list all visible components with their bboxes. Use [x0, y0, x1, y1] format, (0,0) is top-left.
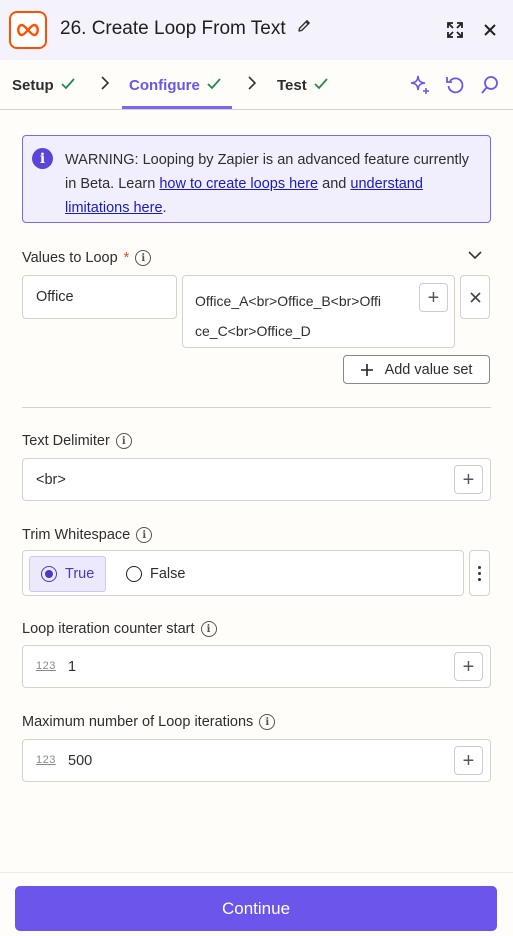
- ai-sparkle-icon[interactable]: [408, 73, 432, 97]
- trim-whitespace-label: Trim Whitespace i: [22, 527, 153, 543]
- loop-app-logo-icon: [9, 11, 47, 49]
- trim-whitespace-radio-group: True False: [22, 550, 464, 596]
- info-icon[interactable]: i: [115, 433, 132, 449]
- field-label-text: Text Delimiter: [22, 433, 110, 449]
- check-icon: [314, 77, 328, 94]
- field-label-text: Trim Whitespace: [22, 527, 131, 543]
- chevron-right-icon: [247, 76, 257, 95]
- loop-values-line2: ce_C<br>Office_D: [195, 323, 311, 339]
- search-icon[interactable]: [478, 73, 502, 97]
- field-label-text: Values to Loop: [22, 250, 118, 266]
- active-tab-indicator: [122, 106, 232, 109]
- text-delimiter-label: Text Delimiter i: [22, 433, 132, 449]
- field-label-text: Loop iteration counter start: [22, 621, 195, 637]
- chevron-right-icon: [100, 76, 110, 95]
- insert-data-plus-icon[interactable]: +: [454, 652, 483, 681]
- radio-true[interactable]: True: [29, 556, 107, 592]
- footer: Continue: [0, 872, 513, 936]
- tab-test-label: Test: [277, 77, 307, 94]
- add-value-set-label: Add value set: [384, 361, 473, 378]
- more-options-icon[interactable]: [469, 550, 490, 596]
- radio-unselected-icon: [126, 566, 142, 582]
- warning-text-end: .: [162, 200, 167, 216]
- loop-counter-start-label: Loop iteration counter start i: [22, 621, 217, 637]
- number-type-icon: 123: [36, 754, 56, 766]
- close-icon[interactable]: [478, 18, 502, 42]
- loop-counter-start-input[interactable]: 123 1 +: [22, 645, 491, 688]
- info-icon[interactable]: i: [136, 527, 153, 543]
- undo-icon[interactable]: [443, 73, 467, 97]
- chevron-down-icon[interactable]: [467, 248, 483, 266]
- close-icon: [469, 291, 481, 303]
- add-value-set-button[interactable]: Add value set: [343, 355, 490, 384]
- info-icon[interactable]: i: [200, 621, 217, 637]
- plus-icon: [360, 363, 373, 376]
- required-mark: *: [123, 250, 130, 266]
- tab-setup-label: Setup: [12, 77, 54, 94]
- beta-warning-banner: i WARNING: Looping by Zapier is an advan…: [22, 135, 491, 223]
- tab-setup[interactable]: Setup: [12, 77, 75, 94]
- tab-configure[interactable]: Configure: [129, 77, 221, 94]
- max-iterations-input[interactable]: 123 500 +: [22, 739, 491, 782]
- radio-false-label: False: [150, 566, 186, 582]
- radio-true-label: True: [65, 566, 95, 582]
- warning-text-middle: and: [318, 176, 351, 192]
- step-tabs: Setup Configure Test: [0, 60, 513, 110]
- insert-data-plus-icon[interactable]: +: [454, 465, 483, 494]
- info-icon[interactable]: i: [135, 250, 152, 266]
- info-icon[interactable]: i: [259, 714, 276, 730]
- remove-value-button[interactable]: [460, 275, 490, 319]
- step-title-text: 26. Create Loop From Text: [60, 18, 286, 39]
- expand-icon[interactable]: [443, 18, 467, 42]
- loop-counter-start-value: 1: [68, 659, 77, 675]
- text-delimiter-input[interactable]: <br> +: [22, 458, 491, 501]
- loop-values-input[interactable]: Office_A<br>Office_B<br>Offi ce_C<br>Off…: [182, 275, 455, 348]
- loop-values-line1: Office_A<br>Office_B<br>Offi: [195, 293, 381, 309]
- loop-key-value: Office: [36, 289, 74, 305]
- info-icon: i: [32, 148, 53, 169]
- field-label-text: Maximum number of Loop iterations: [22, 714, 254, 730]
- insert-data-plus-icon[interactable]: +: [454, 746, 483, 775]
- step-header: 26. Create Loop From Text: [0, 0, 513, 60]
- check-icon: [61, 77, 75, 94]
- text-delimiter-value: <br>: [36, 472, 66, 488]
- step-title[interactable]: 26. Create Loop From Text: [60, 18, 312, 40]
- tab-test[interactable]: Test: [277, 77, 328, 94]
- tab-configure-label: Configure: [129, 77, 200, 94]
- section-divider: [22, 407, 491, 408]
- pencil-edit-icon[interactable]: [296, 18, 312, 40]
- loops-help-link[interactable]: how to create loops here: [159, 176, 318, 192]
- max-iterations-label: Maximum number of Loop iterations i: [22, 714, 276, 730]
- loop-key-input[interactable]: Office: [22, 275, 177, 319]
- radio-false[interactable]: False: [115, 556, 196, 592]
- values-to-loop-label: Values to Loop * i: [22, 250, 152, 266]
- continue-button[interactable]: Continue: [15, 886, 497, 931]
- number-type-icon: 123: [36, 660, 56, 672]
- radio-selected-icon: [41, 566, 57, 582]
- check-icon: [207, 77, 221, 94]
- max-iterations-value: 500: [68, 753, 93, 769]
- insert-data-plus-icon[interactable]: +: [419, 283, 448, 312]
